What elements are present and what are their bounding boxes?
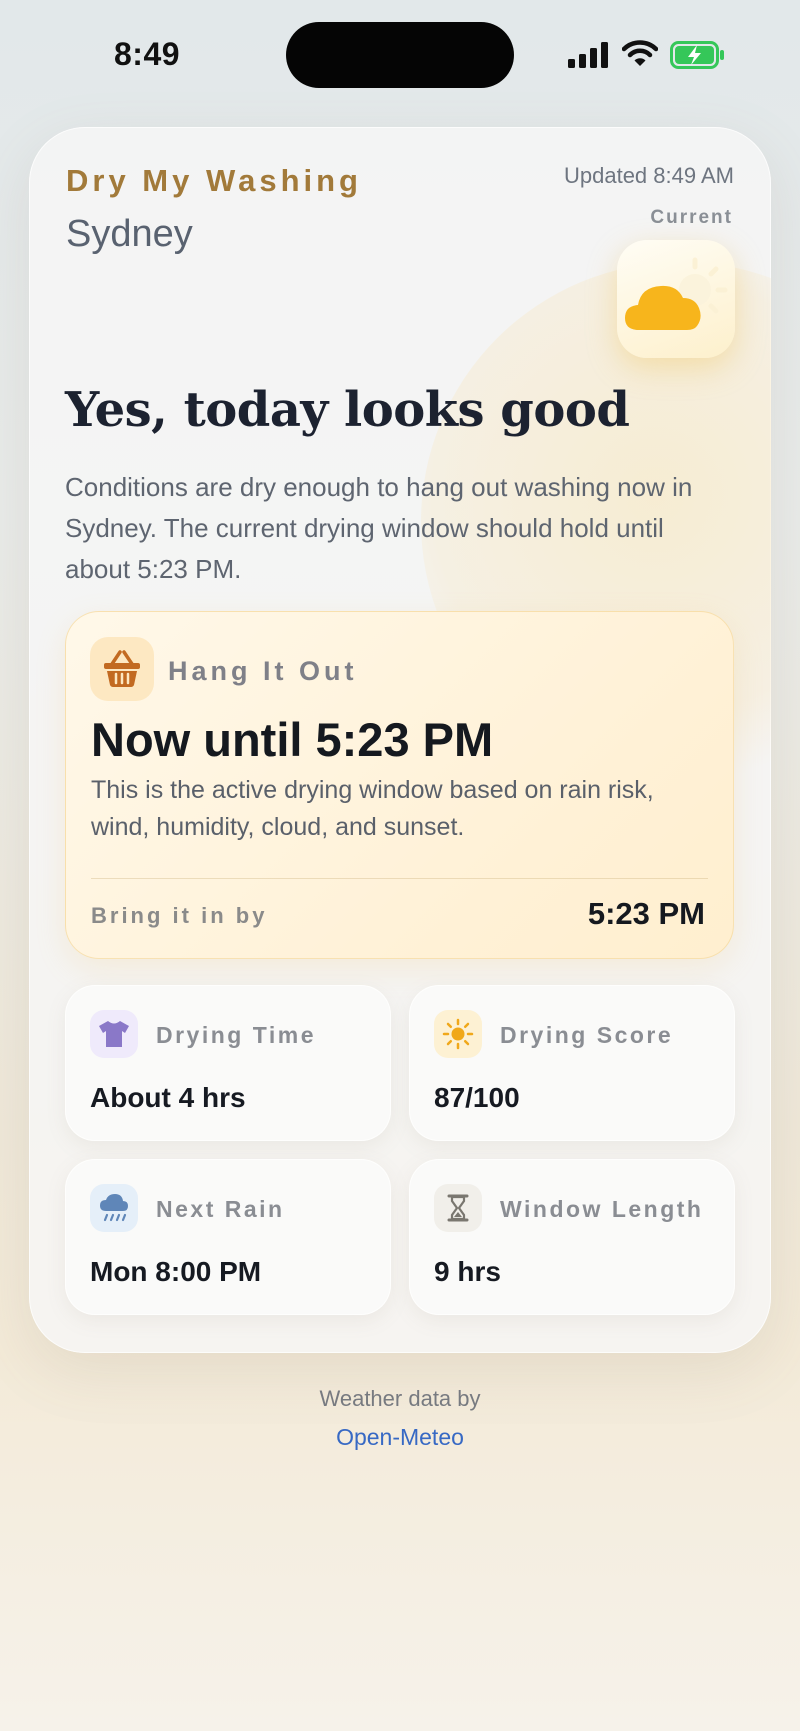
status-bar: 8:49 — [0, 0, 800, 110]
stat-label: Drying Score — [500, 1022, 674, 1048]
divider — [91, 878, 708, 879]
basket-icon — [90, 637, 154, 701]
partly-cloudy-icon — [625, 257, 728, 330]
cellular-signal-icon — [568, 42, 608, 68]
stat-value: 9 hrs — [434, 1256, 501, 1287]
hourglass-icon — [434, 1184, 482, 1232]
main-card: Dry My Washing Sydney Updated 8:49 AM Cu… — [29, 127, 771, 1353]
hang-it-out-card: Hang It Out Now until 5:23 PM This is th… — [65, 611, 734, 959]
battery-charging-icon — [670, 41, 724, 69]
stat-value: About 4 hrs — [90, 1082, 246, 1113]
hang-it-out-label: Hang It Out — [168, 656, 358, 686]
sun-icon — [434, 1010, 482, 1058]
verdict-description: Conditions are dry enough to hang out wa… — [65, 472, 693, 584]
status-time: 8:49 — [114, 36, 181, 72]
drying-window-description: This is the active drying window based o… — [91, 776, 654, 841]
current-label: Current — [650, 207, 733, 228]
stat-drying-time: Drying Time About 4 hrs — [65, 985, 391, 1141]
drying-window: Now until 5:23 PM — [91, 713, 494, 766]
stat-label: Window Length — [500, 1196, 704, 1222]
verdict-headline: Yes, today looks good — [65, 382, 630, 438]
city-name: Sydney — [66, 213, 193, 255]
stat-label: Drying Time — [156, 1022, 316, 1048]
stat-value: Mon 8:00 PM — [90, 1256, 262, 1287]
bring-in-label: Bring it in by — [91, 903, 268, 928]
updated-timestamp: Updated 8:49 AM — [563, 163, 734, 188]
footer-credit: Weather data by — [319, 1386, 481, 1411]
wifi-icon — [622, 40, 658, 66]
app-title: Dry My Washing — [66, 163, 362, 198]
stat-drying-score: Drying Score 87/100 — [409, 985, 735, 1141]
stat-value: 87/100 — [434, 1082, 520, 1113]
rain-cloud-icon — [90, 1184, 138, 1232]
stat-window-length: Window Length 9 hrs — [409, 1159, 735, 1315]
bring-in-time: 5:23 PM — [587, 896, 705, 931]
dynamic-island — [286, 22, 514, 88]
stat-next-rain: Next Rain Mon 8:00 PM — [65, 1159, 391, 1315]
stat-label: Next Rain — [156, 1196, 285, 1222]
current-weather-badge — [617, 240, 735, 358]
tshirt-icon — [90, 1010, 138, 1058]
open-meteo-link[interactable]: Open-Meteo — [0, 1424, 800, 1451]
